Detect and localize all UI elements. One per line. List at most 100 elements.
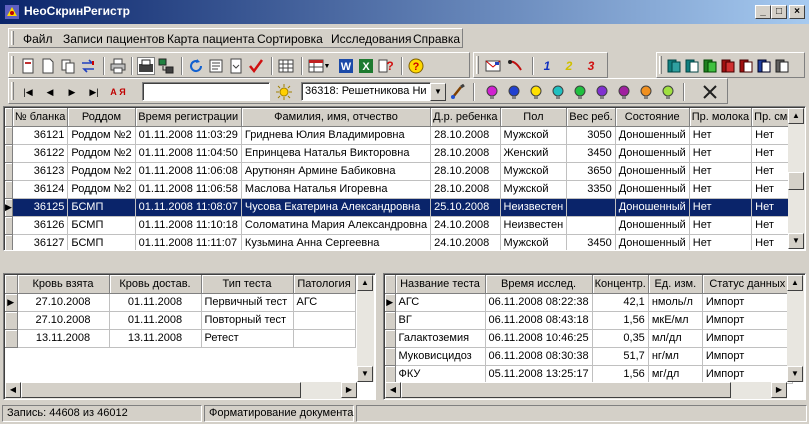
- table-cell[interactable]: Гриднева Юлия Владимировна: [241, 126, 432, 145]
- vertical-splitter[interactable]: [377, 257, 381, 403]
- table-cell[interactable]: 24.10.2008: [430, 234, 501, 250]
- col-blood-taken[interactable]: Кровь взята: [17, 275, 110, 294]
- test-3-button[interactable]: 3: [582, 57, 600, 75]
- table-cell[interactable]: 24.10.2008: [430, 216, 501, 235]
- book-teal-2-icon[interactable]: [683, 57, 701, 75]
- table-cell[interactable]: 27.10.2008: [17, 293, 110, 312]
- col-registration-time[interactable]: Время регистрации: [135, 108, 242, 127]
- table-cell[interactable]: 42,1: [592, 293, 649, 312]
- table-cell[interactable]: [566, 216, 616, 235]
- table-cell[interactable]: 13.11.2008: [109, 329, 202, 348]
- patient-row[interactable]: 36127 БСМП 01.11.2008 11:11:07 Кузьмина Анн…: [5, 234, 805, 250]
- table-cell[interactable]: 01.11.2008 11:10:18: [135, 216, 242, 235]
- table-cell[interactable]: 06.11.2008 08:22:38: [485, 293, 593, 312]
- network-icon[interactable]: [157, 57, 175, 75]
- table-cell[interactable]: 28.10.2008: [430, 126, 501, 145]
- row-indicator-icon[interactable]: ▶: [5, 293, 18, 312]
- row-indicator[interactable]: [5, 234, 13, 250]
- book-red-icon[interactable]: [719, 57, 737, 75]
- test-2-button[interactable]: 2: [560, 57, 578, 75]
- table-cell[interactable]: 01.11.2008 11:06:08: [135, 162, 242, 181]
- table-cell[interactable]: 3350: [566, 180, 616, 199]
- check-icon[interactable]: [247, 57, 265, 75]
- table-cell[interactable]: 25.10.2008: [430, 198, 501, 217]
- table-cell[interactable]: мл/дл: [648, 329, 703, 348]
- search-input[interactable]: [142, 82, 270, 101]
- test-1-button[interactable]: 1: [538, 57, 556, 75]
- table-cell[interactable]: Первичный тест: [201, 293, 294, 312]
- result-row[interactable]: ВГ 06.11.2008 08:43:18 1,56 мкЕ/мл Импорт: [385, 311, 793, 330]
- scroll-thumb[interactable]: [21, 382, 301, 398]
- table-cell[interactable]: 27.10.2008: [17, 311, 110, 330]
- patients-vscroll[interactable]: ▲ ▼: [788, 108, 805, 249]
- mail-icon[interactable]: [484, 57, 502, 75]
- tests-vscroll[interactable]: ▲ ▼: [357, 275, 374, 382]
- test-row[interactable]: ▶ 27.10.2008 01.11.2008 Первичный тест АГС: [5, 293, 356, 312]
- scroll-left-icon[interactable]: ◀: [385, 382, 401, 398]
- col-birth-date[interactable]: Д.р. ребенка: [430, 108, 501, 127]
- test-row[interactable]: 27.10.2008 01.11.2008 Повторный тест: [5, 311, 356, 330]
- table-cell[interactable]: Мужской: [500, 126, 568, 145]
- table-cell[interactable]: 01.11.2008 11:03:29: [135, 126, 242, 145]
- col-blank-number[interactable]: № бланка: [12, 108, 69, 127]
- col-milk[interactable]: Пр. молока: [689, 108, 753, 127]
- patient-row[interactable]: 36124 Роддом №2 01.11.2008 11:06:58 Маслова…: [5, 180, 805, 199]
- scroll-up-icon[interactable]: ▲: [357, 275, 373, 291]
- row-indicator[interactable]: [385, 365, 396, 384]
- table-cell[interactable]: 36124: [12, 180, 69, 199]
- table-cell[interactable]: БСМП: [67, 216, 136, 235]
- patient-row[interactable]: 36121 Роддом №2 01.11.2008 11:03:29 Гриднев…: [5, 126, 805, 145]
- book-gray-icon[interactable]: [773, 57, 791, 75]
- row-indicator[interactable]: [385, 329, 396, 348]
- table-cell[interactable]: 3450: [566, 234, 616, 250]
- table-icon[interactable]: [277, 57, 295, 75]
- menu-file[interactable]: Файл: [23, 32, 53, 46]
- table-cell[interactable]: 01.11.2008: [109, 293, 202, 312]
- table-cell[interactable]: 01.11.2008 11:08:07: [135, 198, 242, 217]
- cancel-filter-icon[interactable]: [701, 83, 719, 101]
- menu-patient-records[interactable]: Записи пациентов: [63, 32, 165, 46]
- fax-icon[interactable]: [137, 57, 155, 75]
- table-cell[interactable]: 36121: [12, 126, 69, 145]
- table-cell[interactable]: 01.11.2008: [109, 311, 202, 330]
- col-test-name[interactable]: Название теста: [395, 275, 486, 294]
- table-cell[interactable]: Роддом №2: [67, 162, 136, 181]
- row-indicator[interactable]: [5, 329, 18, 348]
- table-cell[interactable]: АГС: [293, 293, 356, 312]
- patient-row[interactable]: ▶ 36125 БСМП 01.11.2008 11:08:07 Чусова Екат…: [5, 198, 805, 217]
- table-cell[interactable]: 06.11.2008 08:30:38: [485, 347, 593, 366]
- table-cell[interactable]: Мужской: [500, 162, 568, 181]
- sun-icon[interactable]: [275, 83, 293, 101]
- table-cell[interactable]: 36125: [12, 198, 69, 217]
- row-indicator-icon[interactable]: ▶: [5, 198, 13, 217]
- refresh-icon[interactable]: [187, 57, 205, 75]
- table-cell[interactable]: 1,56: [592, 311, 649, 330]
- table-cell[interactable]: 3650: [566, 162, 616, 181]
- table-cell[interactable]: Соломатина Мария Александровна: [241, 216, 432, 235]
- table-cell[interactable]: Нет: [689, 144, 753, 163]
- row-indicator-icon[interactable]: ▶: [385, 293, 396, 312]
- word-icon[interactable]: W: [337, 57, 355, 75]
- bulb-purple-icon[interactable]: [615, 83, 633, 101]
- bulb-magenta-icon[interactable]: [483, 83, 501, 101]
- book-red-2-icon[interactable]: [737, 57, 755, 75]
- close-button[interactable]: ×: [789, 5, 805, 19]
- patient-row[interactable]: 36126 БСМП 01.11.2008 11:10:18 Соломатина М…: [5, 216, 805, 235]
- patient-combo[interactable]: 36318: Решетникова Ни: [301, 82, 431, 101]
- table-cell[interactable]: Импорт: [702, 311, 793, 330]
- table-cell[interactable]: Чусова Екатерина Александровна: [241, 198, 432, 217]
- table-cell[interactable]: Доношенный: [615, 126, 690, 145]
- print-icon[interactable]: [109, 57, 127, 75]
- scroll-up-icon[interactable]: ▲: [787, 275, 803, 291]
- scroll-thumb[interactable]: [788, 172, 804, 190]
- bulb-violet-icon[interactable]: [593, 83, 611, 101]
- brush-icon[interactable]: [449, 83, 467, 101]
- row-indicator[interactable]: [5, 180, 13, 199]
- results-vscroll[interactable]: ▲ ▼: [787, 275, 804, 382]
- table-cell[interactable]: мкЕ/мл: [648, 311, 703, 330]
- col-research-time[interactable]: Время исслед.: [485, 275, 593, 294]
- table-cell[interactable]: 06.11.2008 08:43:18: [485, 311, 593, 330]
- table-cell[interactable]: Галактоземия: [395, 329, 486, 348]
- results-hscroll[interactable]: ◀ ▶: [385, 382, 787, 399]
- bulb-blue-icon[interactable]: [505, 83, 523, 101]
